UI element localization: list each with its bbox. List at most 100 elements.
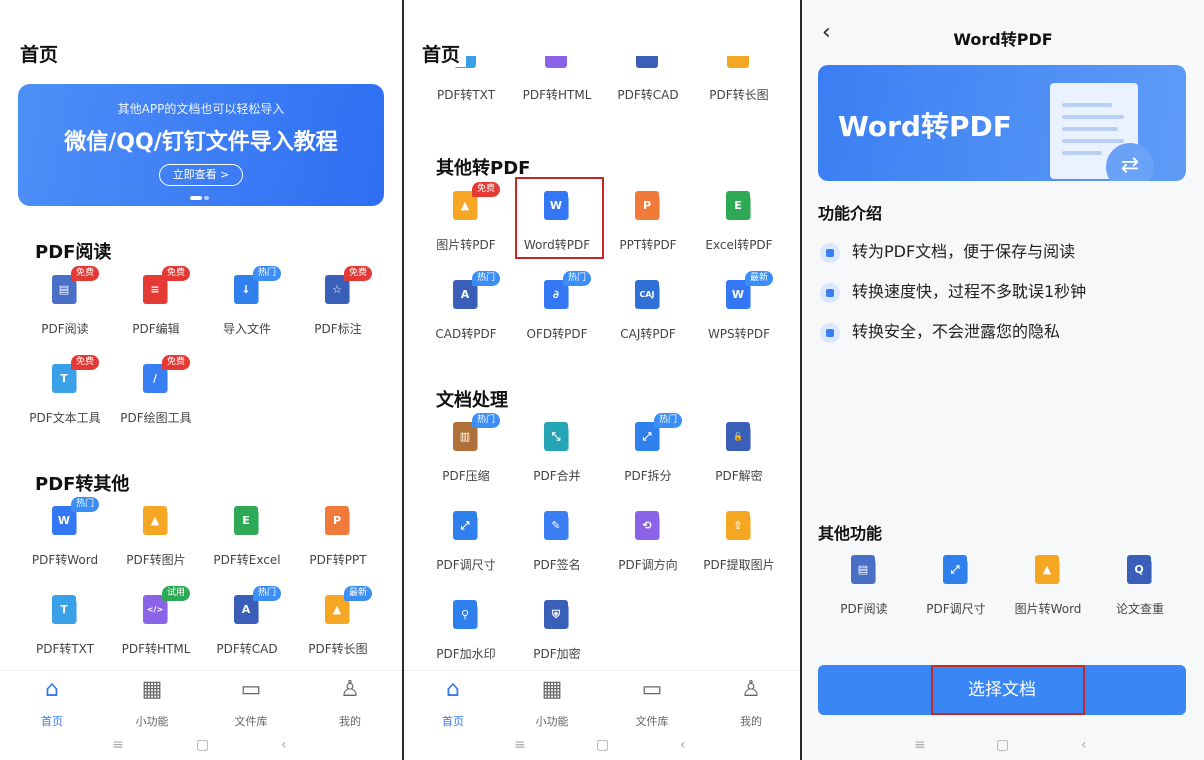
menu-icon[interactable]: ≡: [514, 737, 526, 753]
carousel-dots: [190, 196, 211, 215]
tool-item[interactable]: P PPT转PDF: [602, 188, 694, 253]
feature-icon: [820, 322, 840, 343]
tool-item[interactable]: ▲ PDF转图片: [110, 503, 202, 568]
tool-item[interactable]: / 免费 PDF绘图工具: [110, 355, 202, 426]
import-tutorial-banner[interactable]: 其他APP的文档也可以轻松导入 微信/QQ/钉钉文件导入教程 立即查看 >: [18, 84, 384, 206]
tab-me[interactable]: ♙ 我的: [310, 677, 390, 729]
tool-item[interactable]: ↓ 热门 导入文件: [201, 266, 293, 337]
feature-item: 转换安全，不会泄露您的隐私: [820, 318, 1060, 343]
tool-item[interactable]: ⚲ PDF加水印: [420, 597, 512, 662]
tool-item[interactable]: ▤ 免费 PDF阅读: [19, 266, 111, 337]
tool-item[interactable]: ⤢ 热门 PDF拆分: [602, 413, 694, 484]
word-to-pdf-screen: ‹ Word转PDF Word转PDF ⇄ 功能介绍 转为PDF文档，便于保存与…: [802, 0, 1204, 760]
tool-icon: ▥ 热门: [448, 413, 501, 455]
tool-item[interactable]: ≡ 免费 PDF编辑: [110, 266, 202, 337]
tool-icon: ⛨: [539, 597, 575, 633]
back-nav-icon[interactable]: ‹: [281, 737, 287, 753]
tab-home[interactable]: ⌂ 首页: [413, 677, 493, 729]
tool-item[interactable]: E PDF转Excel: [201, 503, 293, 568]
section-title-doc-processing: 文档处理: [436, 390, 508, 411]
tool-item[interactable]: A 热门 CAD转PDF: [420, 271, 512, 342]
tool-item[interactable]: </> 试用 PDF转HTML: [110, 586, 202, 657]
bottom-tab-bar: ⌂ 首页 ▦ 小功能 ▭ 文件库 ♙ 我的: [0, 670, 402, 732]
tool-item[interactable]: ⤢ PDF调尺寸: [420, 508, 512, 573]
tool-label: PDF转HTML: [522, 88, 592, 102]
tab-label: 我的: [740, 715, 762, 728]
tool-item[interactable]: ▲ 免费 图片转PDF: [420, 182, 512, 253]
tool-icon: ⚲: [448, 597, 484, 633]
user-icon: ♙: [741, 677, 761, 702]
screen-title: Word转PDF: [953, 30, 1053, 49]
home-nav-icon[interactable]: ▢: [596, 737, 609, 753]
tab-tools[interactable]: ▦ 小功能: [112, 677, 192, 729]
tool-glyph: E: [242, 514, 250, 527]
tool-icon: CAJ: [630, 277, 666, 313]
tool-item[interactable]: ⤢ PDF调尺寸: [910, 552, 1002, 617]
tool-item[interactable]: E Excel转PDF: [693, 188, 785, 253]
tool-icon: ▲: [1030, 552, 1066, 588]
back-nav-icon[interactable]: ‹: [1081, 737, 1087, 753]
tool-glyph: ⇧: [733, 519, 743, 532]
tool-icon: [630, 56, 666, 70]
tool-label: PDF转Word: [31, 553, 99, 567]
tool-item[interactable]: ▤ PDF阅读: [818, 552, 910, 617]
tool-icon: ▤ 免费: [47, 266, 100, 308]
tool-icon: W 热门: [47, 497, 100, 539]
tool-label: PDF转图片: [126, 553, 186, 567]
tool-label: 图片转PDF: [436, 238, 496, 252]
tool-badge: 热门: [563, 271, 592, 286]
tool-item[interactable]: T PDF转TXT: [19, 592, 111, 657]
tool-item[interactable]: P PDF转PPT: [292, 503, 384, 568]
tool-item[interactable]: ▥ 热门 PDF压缩: [420, 413, 512, 484]
tool-icon: E: [721, 188, 757, 224]
tab-files[interactable]: ▭ 文件库: [211, 677, 291, 729]
tool-label: PDF文本工具: [29, 411, 101, 425]
tab-files[interactable]: ▭ 文件库: [612, 677, 692, 729]
tool-item[interactable]: 🔓 PDF解密: [693, 419, 785, 484]
tool-badge: 免费: [71, 266, 100, 281]
tool-label: PDF转Excel: [213, 553, 281, 567]
tool-label: OFD转PDF: [526, 327, 588, 341]
tool-item[interactable]: ✎ PDF签名: [511, 508, 603, 573]
back-nav-icon[interactable]: ‹: [680, 737, 686, 753]
feature-text: 转换速度快，过程不多耽误1秒钟: [852, 282, 1087, 301]
tab-label: 文件库: [635, 715, 669, 728]
tool-item[interactable]: ∂ 热门 OFD转PDF: [511, 271, 603, 342]
tab-home[interactable]: ⌂ 首页: [12, 677, 92, 729]
tool-item[interactable]: PDF转CAD: [602, 56, 694, 103]
tool-item[interactable]: ▲ 最新 PDF转长图: [292, 586, 384, 657]
tool-item[interactable]: A 热门 PDF转CAD: [201, 586, 293, 657]
tab-tools[interactable]: ▦ 小功能: [512, 677, 592, 729]
section-title-pdf-to-other: PDF转其他: [35, 474, 130, 495]
tool-item[interactable]: W 最新 WPS转PDF: [693, 271, 785, 342]
menu-icon[interactable]: ≡: [914, 737, 926, 753]
tool-icon: ▲ 最新: [320, 586, 373, 628]
tool-item[interactable]: W 热门 PDF转Word: [19, 497, 111, 568]
scrolled-row-partial: PDF转TXT PDF转HTML PDF转CAD PDF转长图: [404, 56, 800, 114]
tool-item[interactable]: Q 论文查重: [1094, 552, 1186, 617]
tool-item[interactable]: PDF转长图: [693, 56, 785, 103]
tool-glyph: ▤: [857, 563, 869, 576]
tool-item[interactable]: ⟲ PDF调方向: [602, 508, 694, 573]
home-screen: 首页 其他APP的文档也可以轻松导入 微信/QQ/钉钉文件导入教程 立即查看 >…: [0, 0, 402, 760]
home-nav-icon[interactable]: ▢: [196, 737, 209, 753]
tool-item[interactable]: ▲ 图片转Word: [1002, 552, 1094, 617]
tool-glyph: 🔓: [733, 432, 743, 441]
tool-item[interactable]: T 免费 PDF文本工具: [19, 355, 111, 426]
tool-item[interactable]: CAJ CAJ转PDF: [602, 277, 694, 342]
tool-item[interactable]: ⇧ PDF提取图片: [693, 508, 785, 573]
tool-item[interactable]: ☆ 免费 PDF标注: [292, 266, 384, 337]
convert-arrows-icon: ⇄: [1106, 143, 1154, 181]
tool-item[interactable]: ⛨ PDF加密: [511, 597, 603, 662]
tool-item[interactable]: ⤡ PDF合并: [511, 419, 603, 484]
tool-badge: 免费: [71, 355, 100, 370]
view-now-button[interactable]: 立即查看 >: [159, 164, 243, 186]
tool-item[interactable]: PDF转HTML: [511, 56, 603, 103]
menu-icon[interactable]: ≡: [112, 737, 124, 753]
tab-me[interactable]: ♙ 我的: [711, 677, 791, 729]
home-nav-icon[interactable]: ▢: [996, 737, 1009, 753]
hero-title: Word转PDF: [838, 110, 1012, 143]
tool-badge: 热门: [472, 271, 501, 286]
section-title-pdf-read: PDF阅读: [35, 242, 112, 263]
home-icon: ⌂: [446, 677, 460, 702]
